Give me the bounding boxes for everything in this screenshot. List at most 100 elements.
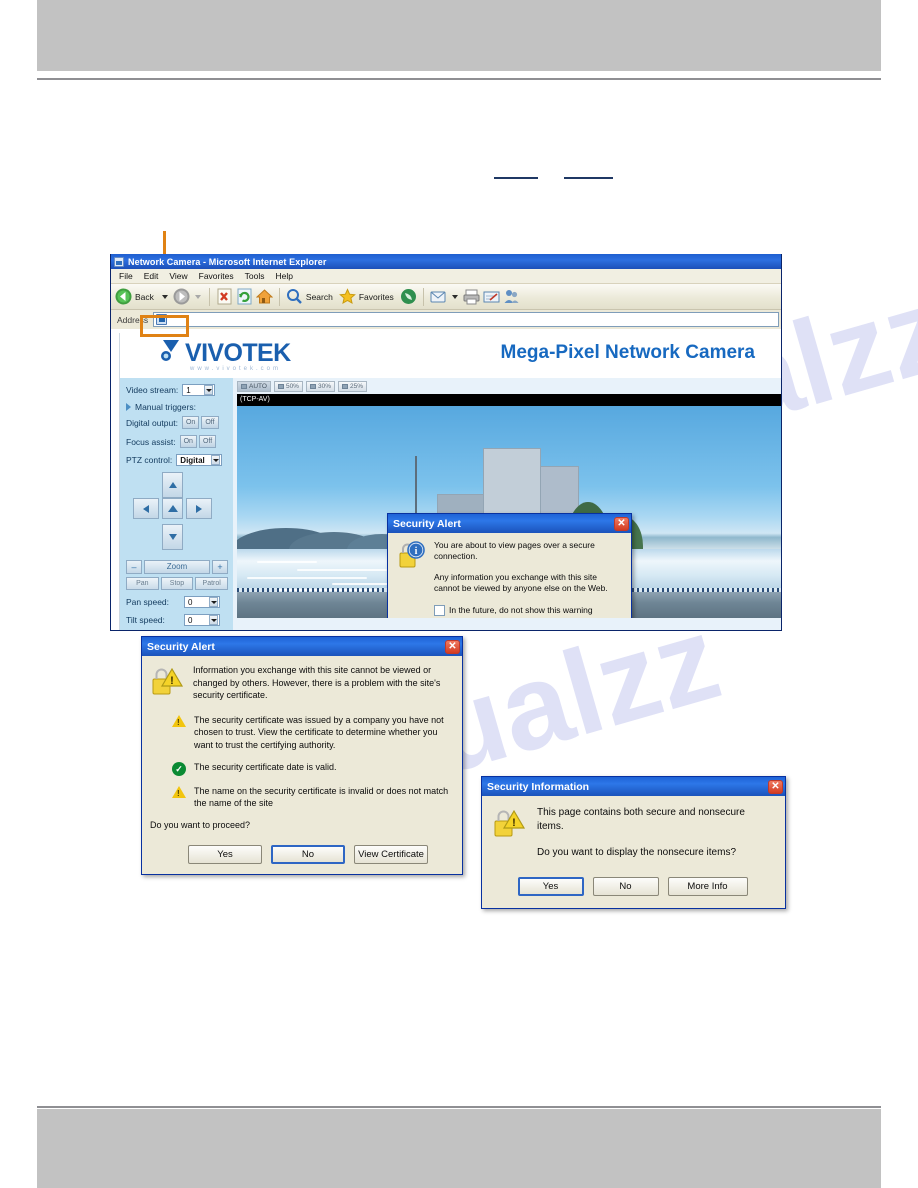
secure-connection-titlebar: Security Alert ✕ xyxy=(388,514,631,533)
expand-arrow-icon[interactable] xyxy=(126,403,131,411)
menu-help[interactable]: Help xyxy=(275,271,292,281)
vivotek-url: www.vivotek.com xyxy=(190,366,282,372)
quality-30-label: 30% xyxy=(317,383,331,390)
pan-speed-select[interactable]: 0 xyxy=(184,596,220,608)
security-alert-dialog: Security Alert ✕ ! Information you excha… xyxy=(141,636,463,875)
ptz-directional-pad xyxy=(127,472,227,558)
ptz-right-button[interactable] xyxy=(186,498,212,519)
focus-assist-on[interactable]: On xyxy=(179,435,197,448)
search-label[interactable]: Search xyxy=(306,292,333,302)
back-label[interactable]: Back xyxy=(135,292,154,302)
focus-assist-toggle[interactable]: On Off xyxy=(179,435,217,448)
zoom-slider[interactable]: Zoom xyxy=(144,560,210,574)
video-stream-label: Video stream: xyxy=(126,385,179,395)
security-information-dialog: Security Information ✕ ! This page conta… xyxy=(481,776,786,909)
menu-edit[interactable]: Edit xyxy=(144,271,159,281)
vivotek-logo-icon xyxy=(160,339,182,363)
redacted-link-1[interactable] xyxy=(494,177,538,179)
quality-50-button[interactable]: 50% xyxy=(273,381,303,392)
ptz-up-button[interactable] xyxy=(162,472,183,498)
forward-icon[interactable] xyxy=(173,288,190,305)
arrow-home-icon xyxy=(167,505,178,512)
zoom-out-button[interactable]: – xyxy=(126,560,142,574)
pan-button[interactable]: Pan xyxy=(126,577,159,590)
yes-button[interactable]: Yes xyxy=(188,844,262,864)
ptz-control-caret-icon[interactable] xyxy=(211,455,221,465)
favorites-star-icon[interactable] xyxy=(338,288,356,305)
print-icon[interactable] xyxy=(463,288,480,305)
page-footer-band xyxy=(37,1109,881,1188)
browser-titlebar: Network Camera - Microsoft Internet Expl… xyxy=(111,254,781,269)
focus-assist-off[interactable]: Off xyxy=(198,435,217,448)
patrol-button[interactable]: Patrol xyxy=(195,577,229,590)
no-button[interactable]: No xyxy=(592,876,659,896)
ptz-control-row: PTZ control: Digital xyxy=(126,454,228,466)
stop-icon[interactable] xyxy=(216,288,233,305)
secure-connection-title: Security Alert xyxy=(393,517,461,530)
pan-speed-caret-icon[interactable] xyxy=(209,597,218,607)
quality-auto-button[interactable]: AUTO xyxy=(237,381,271,392)
ptz-down-button[interactable] xyxy=(162,524,183,550)
quality-30-button[interactable]: 30% xyxy=(305,381,335,392)
secure-connection-dialog: Security Alert ✕ i You are about to view… xyxy=(387,513,632,618)
close-icon[interactable]: ✕ xyxy=(768,779,783,794)
more-info-button[interactable]: More Info xyxy=(667,876,748,896)
lock-info-icon: i xyxy=(396,540,426,570)
home-icon[interactable] xyxy=(255,288,274,305)
ptz-home-button[interactable] xyxy=(162,498,183,519)
zoom-in-button[interactable]: + xyxy=(212,560,228,574)
video-stream-select[interactable]: 1 xyxy=(182,384,216,396)
media-icon[interactable] xyxy=(400,288,417,305)
tilt-speed-caret-icon[interactable] xyxy=(209,615,218,625)
stream-quality-buttons: AUTO 50% 30% 25% xyxy=(237,381,781,392)
menu-tools[interactable]: Tools xyxy=(245,271,265,281)
digital-output-off[interactable]: Off xyxy=(201,416,219,429)
ptz-left-button[interactable] xyxy=(133,498,159,519)
refresh-icon[interactable] xyxy=(236,288,253,305)
quality-50-label: 50% xyxy=(285,383,299,390)
ptz-control-select[interactable]: Digital xyxy=(176,454,223,466)
digital-output-toggle[interactable]: On Off xyxy=(181,416,219,429)
messenger-icon[interactable] xyxy=(503,288,520,305)
security-information-line2: Do you want to display the nonsecure ite… xyxy=(537,847,736,858)
mail-icon[interactable] xyxy=(430,288,447,305)
edit-icon[interactable] xyxy=(483,288,500,305)
close-icon[interactable]: ✕ xyxy=(445,639,460,654)
camera-video-pane: AUTO 50% 30% 25% (TCP-AV) Security Alert… xyxy=(233,378,781,630)
arrow-up-icon xyxy=(168,482,177,488)
favorites-label[interactable]: Favorites xyxy=(359,292,394,302)
check-circle-icon: ✓ xyxy=(172,761,186,776)
yes-button[interactable]: Yes xyxy=(517,876,584,896)
security-alert-item-1: The security certificate was issued by a… xyxy=(172,714,452,752)
menu-favorites[interactable]: Favorites xyxy=(199,271,234,281)
no-button[interactable]: No xyxy=(271,844,345,864)
arrow-down-icon xyxy=(168,534,177,540)
view-certificate-button[interactable]: View Certificate xyxy=(354,844,428,864)
back-icon[interactable] xyxy=(115,288,132,305)
mail-dropdown-icon[interactable] xyxy=(451,294,458,299)
page-header-band xyxy=(37,0,881,71)
search-icon[interactable] xyxy=(286,288,303,305)
camera-control-sidebar: Video stream: 1 Manual triggers: Digital… xyxy=(120,378,233,630)
video-stream-caret-icon[interactable] xyxy=(204,385,214,395)
stop-button[interactable]: Stop xyxy=(160,577,194,590)
quality-25-button[interactable]: 25% xyxy=(337,381,367,392)
dont-show-warning-checkbox[interactable] xyxy=(434,605,445,617)
live-video-frame: Security Alert ✕ i You are about to view… xyxy=(237,406,781,618)
menu-view[interactable]: View xyxy=(169,271,187,281)
tilt-speed-row: Tilt speed: 0 xyxy=(126,614,228,626)
page-header-rule xyxy=(37,78,881,80)
pan-speed-label: Pan speed: xyxy=(126,597,170,607)
digital-output-on[interactable]: On xyxy=(181,416,200,429)
video-stream-row: Video stream: 1 xyxy=(126,384,228,396)
close-icon[interactable]: ✕ xyxy=(614,516,629,531)
menu-file[interactable]: File xyxy=(119,271,133,281)
tilt-speed-select[interactable]: 0 xyxy=(184,614,220,626)
redacted-link-2[interactable] xyxy=(564,177,613,179)
camera-page-header: VIVOTEK www.vivotek.com Mega-Pixel Netwo… xyxy=(120,333,781,391)
manual-triggers-row[interactable]: Manual triggers: xyxy=(126,402,228,412)
arrow-left-icon xyxy=(143,504,149,513)
browser-title: Network Camera - Microsoft Internet Expl… xyxy=(128,256,327,267)
address-input[interactable] xyxy=(153,312,779,327)
back-dropdown-icon[interactable] xyxy=(161,294,168,299)
